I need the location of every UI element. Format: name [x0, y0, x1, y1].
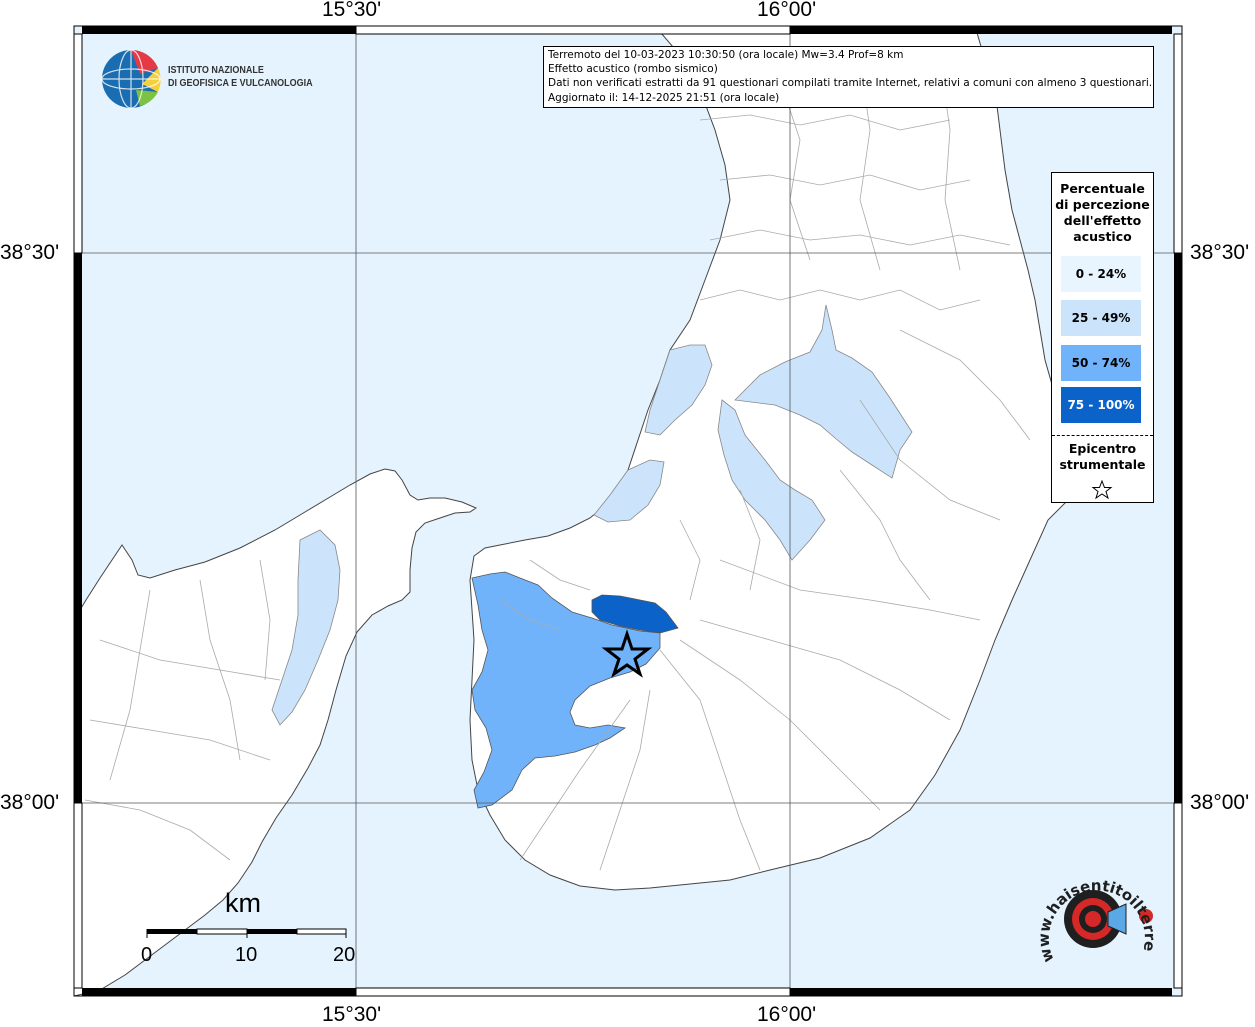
scale-unit-label: km — [225, 888, 261, 918]
lon-label-top-2: 16°00' — [757, 0, 817, 21]
ingv-name-line2: DI GEOFISICA E VULCANOLOGIA — [168, 78, 313, 89]
legend-epicenter-label: Epicentro strumentale — [1052, 441, 1153, 473]
lat-label-right-1: 38°30' — [1190, 241, 1250, 264]
scale-tick-20: 20 — [333, 944, 356, 966]
ingv-name: ISTITUTO NAZIONALE DI GEOFISICA E VULCAN… — [168, 64, 313, 90]
earthquake-info-box: Terremoto del 10-03-2023 10:30:50 (ora l… — [543, 46, 1154, 108]
lon-label-bottom-1: 15°30' — [322, 1003, 382, 1026]
legend-title-line: dell'effetto — [1063, 213, 1142, 228]
legend-title-line: acustico — [1073, 229, 1132, 244]
legend-class-25-49: 25 - 49% — [1061, 300, 1141, 336]
lat-label-left-1: 38°30' — [0, 241, 60, 264]
lon-label-top-1: 15°30' — [322, 0, 382, 21]
legend-class-75-100: 75 - 100% — [1061, 387, 1141, 423]
lat-label-left-2: 38°00' — [0, 791, 60, 814]
legend-title: Percentuale di percezione dell'effetto a… — [1052, 181, 1153, 245]
info-line-event: Terremoto del 10-03-2023 10:30:50 (ora l… — [548, 49, 904, 61]
haisentitoilterremoto-logo: www.haisentitoilterremoto.it — [1026, 862, 1159, 965]
ingv-name-line1: ISTITUTO NAZIONALE — [168, 65, 264, 76]
legend-epicenter-line: strumentale — [1059, 457, 1146, 472]
legend-title-line: di percezione — [1055, 197, 1150, 212]
scale-tick-10: 10 — [235, 944, 258, 966]
info-line-updated: Aggiornato il: 14-12-2025 21:51 (ora loc… — [548, 91, 780, 104]
legend-epicenter-line: Epicentro — [1068, 441, 1137, 456]
legend-class-0-24: 0 - 24% — [1061, 256, 1141, 292]
lon-label-bottom-2: 16°00' — [757, 1003, 817, 1026]
legend-separator — [1052, 435, 1153, 436]
legend-title-line: Percentuale — [1060, 181, 1145, 196]
legend-box: Percentuale di percezione dell'effetto a… — [1051, 172, 1154, 503]
info-line-effect: Effetto acustico (rombo sismico) — [548, 63, 718, 76]
star-outline-icon — [1091, 479, 1113, 500]
info-line-source: Dati non verificati estratti da 91 quest… — [548, 77, 1153, 90]
legend-class-50-74: 50 - 74% — [1061, 345, 1141, 381]
scale-tick-0: 0 — [141, 944, 153, 966]
lat-label-right-2: 38°00' — [1190, 791, 1250, 814]
